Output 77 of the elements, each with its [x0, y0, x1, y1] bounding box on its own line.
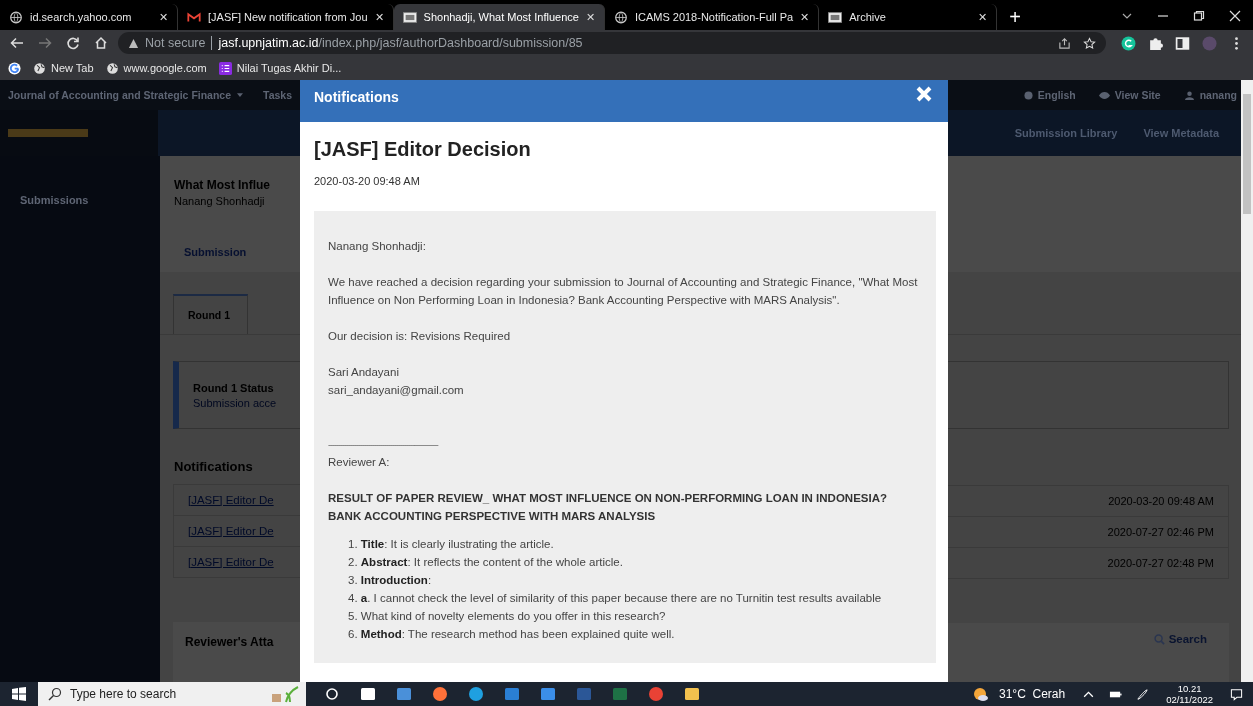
journal-logo-icon	[828, 10, 843, 24]
message-text: Nanang Shonhadji:	[328, 239, 427, 254]
notification-date: 2020-07-27 02:46 PM	[1107, 526, 1214, 538]
status-text: Submission acce	[193, 396, 278, 409]
puzzle-icon[interactable]	[1148, 35, 1163, 51]
cortana-icon[interactable]	[324, 686, 340, 702]
tab-title: id.search.yahoo.com	[30, 11, 133, 23]
review-heading: RESULT OF PAPER REVIEW_ WHAT MOST INFLUENCE ON NON-PERFORMING LOAN IN INDONESIA? BANK ACCOUNTING PERSPECTIVE WITH MARS ANALYSIS	[328, 491, 889, 524]
weather-text[interactable]: 31°C Cerah	[999, 687, 1066, 701]
section-heading: Reviewer's Atta	[185, 635, 274, 649]
close-tab-button[interactable]: ✕	[159, 10, 168, 24]
review-item: 2. Abstract: It reflects the content of the whole article.	[348, 555, 624, 570]
restore-icon[interactable]	[1193, 10, 1205, 22]
review-item: 6. Method: The research method has been explained quite well.	[348, 627, 676, 642]
message-date: 2020-03-20 09:48 AM	[314, 175, 421, 187]
google-icon[interactable]	[8, 61, 21, 75]
close-tab-button[interactable]: ✕	[978, 10, 988, 24]
search-icon	[48, 687, 62, 701]
clock-date[interactable]: 02/11/2022	[1166, 694, 1213, 705]
address-field[interactable]: Not secure jasf.upnjatim.ac.id/index.php/jasf/authorDashboard/submission/85	[118, 32, 1106, 54]
message-text: Reviewer A:	[328, 455, 391, 470]
list-icon	[218, 61, 232, 75]
message-text: Our decision is: Revisions Required	[328, 329, 512, 344]
browser-tab[interactable]: Shonhadji, What Most Influence ✕	[393, 4, 605, 30]
scrollbar[interactable]	[1241, 80, 1253, 682]
search-icon	[1153, 633, 1165, 645]
pen-icon[interactable]	[1136, 687, 1150, 701]
close-icon[interactable]	[1229, 10, 1241, 22]
notification-date: 2020-07-27 02:48 PM	[1107, 557, 1214, 569]
close-tab-button[interactable]: ✕	[800, 10, 810, 24]
tab-title: ICAMS 2018-Notification-Full Pa	[634, 11, 794, 23]
bookmark-link[interactable]: Nilai Tugas Akhir Di...	[218, 61, 342, 75]
message-text: We have reached a decision regarding your submission to Journal of Accounting and Strategic Finance, "What Most Influence on Non Performing Loan in Indonesia? Bank Accounting Perspective with MARS Analysis".	[328, 275, 919, 308]
new-tab-button[interactable]: +	[1009, 7, 1021, 27]
security-label: Not secure	[145, 36, 206, 50]
grammarly-icon[interactable]	[1121, 35, 1136, 51]
url-text: jasf.upnjatim.ac.id/index.php/jasf/authorDashboard/submission/85	[218, 36, 583, 50]
dashed-separator: -------------------------------------------------------	[328, 439, 440, 451]
bookmark-link[interactable]: New Tab	[33, 61, 94, 75]
plant-icon	[270, 685, 300, 703]
notification-date: 2020-03-20 09:48 AM	[1108, 495, 1214, 507]
review-item: 5. What kind of novelty elements do you offer in this research?	[348, 609, 667, 624]
eye-icon[interactable]	[1098, 90, 1110, 100]
tab-title: [JASF] New notification from Jou	[208, 11, 368, 23]
task-view-icon[interactable]	[360, 686, 376, 702]
review-item: 4. a. I cannot check the level of similarity of this paper because there are no Turnitin test results available	[348, 591, 883, 606]
signature-line: Sari Andayani	[328, 365, 400, 380]
status-title: Round 1 Status	[193, 381, 275, 394]
journal-logo-icon	[402, 10, 417, 24]
reload-icon[interactable]	[66, 36, 80, 50]
tab-title: Shonhadji, What Most Influence	[423, 11, 579, 23]
message-subject: [JASF] Editor Decision	[314, 138, 532, 161]
warning-icon	[128, 37, 139, 49]
windows-start-icon[interactable]	[12, 687, 26, 701]
user-icon[interactable]	[1183, 90, 1195, 100]
home-icon[interactable]	[94, 36, 108, 50]
weather-icon	[973, 686, 989, 702]
clock-time[interactable]: 10.21	[1177, 683, 1202, 694]
tab-title: Archive	[849, 11, 887, 23]
review-item: 1. Title: It is clearly ilustrating the article.	[348, 537, 555, 552]
share-icon[interactable]	[1058, 36, 1071, 50]
notification-icon[interactable]	[1230, 687, 1243, 701]
caret-icon[interactable]	[237, 92, 243, 98]
taskbar-search-field[interactable]: Type here to search	[38, 682, 306, 706]
back-arrow-icon[interactable]	[10, 36, 24, 50]
modal-title: Notifications	[314, 89, 399, 107]
star-icon[interactable]	[1083, 36, 1096, 50]
review-item: 3. Introduction:	[348, 573, 433, 588]
close-tab-button[interactable]: ✕	[374, 10, 384, 24]
forward-arrow-icon[interactable]	[38, 36, 52, 50]
signature-line: sari_andayani@gmail.com	[328, 383, 465, 398]
submission-title: What Most Influe	[174, 178, 271, 192]
sidebar-icon[interactable]	[1175, 35, 1190, 51]
section-heading: Notifications	[174, 459, 254, 474]
bookmark-link[interactable]: www.google.com	[105, 61, 207, 75]
author-name: Nanang Shonhadji	[174, 195, 266, 207]
close-tab-button[interactable]: ✕	[585, 10, 595, 24]
